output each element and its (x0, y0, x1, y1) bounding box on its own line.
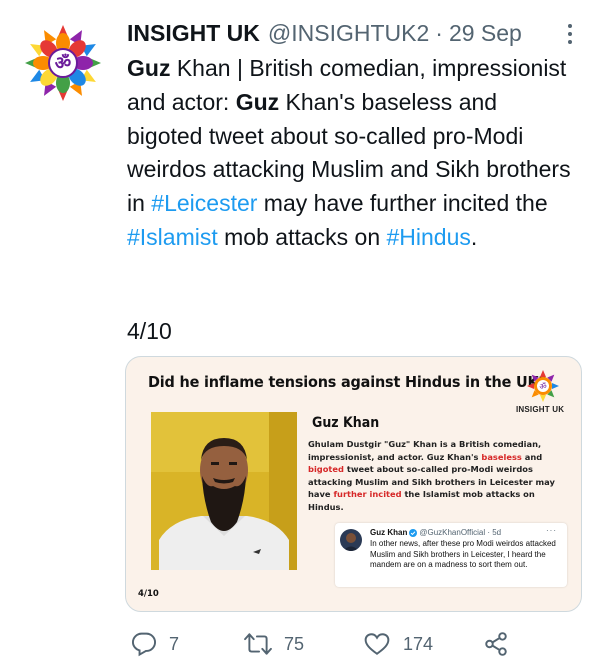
embed-name: Guz Khan (370, 528, 408, 537)
desc-highlight: bigoted (308, 464, 344, 475)
embed-more-icon: ··· (546, 526, 557, 535)
display-name[interactable]: INSIGHT UK (127, 20, 260, 47)
embed-handle: @GuzKhanOfficial · 5d (419, 528, 502, 537)
tweet-date[interactable]: 29 Sep (449, 20, 522, 47)
hashtag-islamist[interactable]: #Islamist (127, 224, 218, 250)
profile-avatar[interactable]: ॐ (22, 22, 104, 104)
more-dots-icon[interactable] (558, 22, 582, 46)
media-image-card[interactable]: Did he inflame tensions against Hindus i… (125, 356, 582, 612)
bold-name-1: Guz (127, 55, 171, 81)
share-button[interactable] (483, 628, 509, 660)
tweet-header: INSIGHT UK @INSIGHTUK2 · 29 Sep (127, 16, 577, 50)
verified-badge-icon (409, 528, 418, 537)
reply-button[interactable]: 7 (131, 628, 179, 660)
like-count: 174 (403, 633, 434, 654)
user-handle[interactable]: @INSIGHTUK2 (268, 20, 429, 47)
embed-header: Guz Khan @GuzKhanOfficial · 5d (370, 528, 501, 537)
retweet-count: 75 (284, 633, 305, 654)
embed-text: In other news, after these pro Modi weir… (370, 539, 556, 570)
insight-uk-logo-icon: ॐ (527, 370, 559, 402)
card-logo-text: INSIGHT UK (516, 405, 565, 414)
retweet-icon (244, 633, 272, 655)
embed-avatar (340, 529, 362, 551)
person-photo (151, 412, 297, 570)
tweet-body: Guz Khan | British comedian, impressioni… (127, 52, 572, 255)
desc-segment: and (521, 451, 543, 462)
separator-dot: · (435, 19, 443, 46)
card-person-name: Guz Khan (312, 415, 380, 431)
desc-highlight: further incited (333, 489, 402, 500)
embedded-tweet-screenshot: Guz Khan @GuzKhanOfficial · 5d ··· In ot… (335, 523, 567, 587)
share-icon (485, 632, 507, 656)
hashtag-leicester[interactable]: #Leicester (151, 190, 257, 216)
card-description: Ghulam Dustgir "Guz" Khan is a British c… (308, 438, 570, 514)
heart-icon (364, 633, 390, 655)
card-headline: Did he inflame tensions against Hindus i… (148, 373, 547, 391)
om-mandala-logo-icon: ॐ (25, 25, 101, 101)
svg-text:ॐ: ॐ (539, 382, 546, 391)
thread-counter: 4/10 (127, 318, 172, 344)
body-text-segment: may have further incited the (257, 190, 548, 217)
action-bar: 7 75 174 (127, 628, 587, 660)
like-button[interactable]: 174 (363, 628, 433, 660)
tweet: ॐ INSIGHT UK @INSIGHTUK2 · 29 Sep Guz Kh… (0, 0, 600, 669)
body-text-segment: . (470, 223, 478, 250)
hashtag-hindus[interactable]: #Hindus (387, 224, 471, 250)
desc-highlight: baseless (481, 451, 522, 462)
body-text-segment: mob attacks on (217, 223, 387, 250)
card-page-count: 4/10 (138, 589, 159, 599)
retweet-button[interactable]: 75 (244, 628, 304, 660)
reply-count: 7 (169, 633, 180, 654)
reply-icon (131, 632, 157, 657)
bold-name-2: Guz (235, 88, 280, 115)
svg-text:ॐ: ॐ (55, 53, 71, 74)
